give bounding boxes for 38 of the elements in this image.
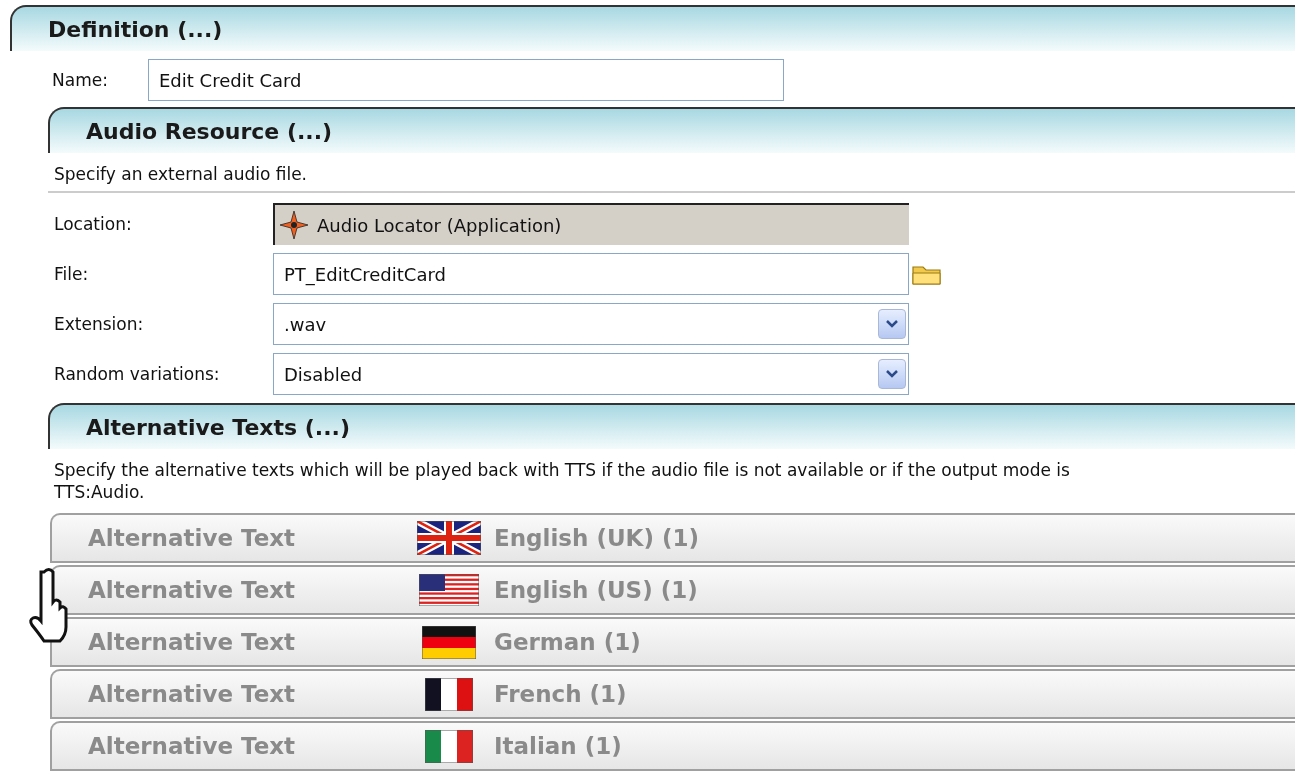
description-text: Specify an external audio file. [48, 153, 1295, 193]
dropdown[interactable]: Disabled [273, 353, 909, 395]
row-label: Alternative Text [88, 629, 297, 655]
language-label: English (UK) (1) [494, 525, 699, 551]
field-label: Extension: [54, 314, 145, 334]
language-label: German (1) [494, 629, 641, 655]
dropdown[interactable]: .wav [273, 303, 909, 345]
flag-icon [425, 677, 473, 711]
field-label: Location: [54, 214, 133, 234]
chevron-down-icon [885, 369, 899, 379]
file-field[interactable]: PT_EditCreditCard [273, 253, 909, 295]
panel-header[interactable]: Alternative Texts (...) [48, 403, 1295, 449]
location-field[interactable]: Audio Locator (Application) [273, 203, 909, 245]
field-label: File: [54, 264, 90, 284]
language-label: French (1) [494, 681, 627, 707]
row-label: Alternative Text [88, 525, 297, 551]
dropdown-button[interactable] [878, 309, 906, 339]
panel-header[interactable]: Audio Resource (...) [48, 107, 1295, 153]
locator-icon [279, 210, 309, 240]
row-label: Alternative Text [88, 733, 297, 759]
field-label: Random variations: [54, 364, 221, 384]
chevron-down-icon [885, 319, 899, 329]
language-label: Italian (1) [494, 733, 622, 759]
description-text: Specify the alternative texts which will be played back with TTS if the audio file is not available or if the output mode is TTS:Audio. [53, 459, 1071, 504]
language-label: English (US) (1) [494, 577, 698, 603]
location-value: Audio Locator (Application) [317, 214, 562, 236]
flag-icon [419, 574, 479, 606]
field-label: Name: [52, 70, 109, 90]
row-label: Alternative Text [88, 681, 297, 707]
row-label: Alternative Text [88, 577, 297, 603]
name-field[interactable]: Edit Credit Card [148, 59, 784, 101]
panel-header[interactable]: Definition (...) [10, 5, 1295, 51]
flag-icon [425, 729, 473, 763]
dropdown-value: Disabled [284, 363, 363, 385]
dropdown-button[interactable] [878, 359, 906, 389]
flag-icon [422, 625, 476, 659]
dropdown-value: .wav [284, 313, 327, 335]
flag-icon [417, 521, 481, 555]
